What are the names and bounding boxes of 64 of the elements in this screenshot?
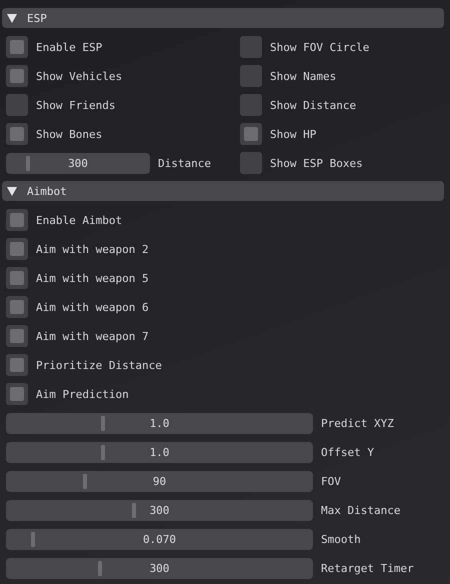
slider[interactable]: 300 <box>6 558 313 578</box>
checkbox-label: Show FOV Circle <box>270 40 370 54</box>
slider-label: Offset Y <box>321 446 374 458</box>
checkbox[interactable] <box>240 36 262 58</box>
checkbox[interactable] <box>240 65 262 87</box>
checkbox-label: Show Friends <box>36 98 116 112</box>
checkbox[interactable] <box>240 152 262 174</box>
checkbox-label: Show Names <box>270 70 336 82</box>
checkbox[interactable] <box>6 123 28 145</box>
slider-label: Max Distance <box>321 504 400 516</box>
checkbox-label: Aim with weapon 6 <box>36 300 149 314</box>
checkbox-label: Aim with weapon 2 <box>36 242 149 256</box>
checkbox[interactable] <box>6 238 28 260</box>
slider[interactable]: 300 <box>6 152 150 174</box>
checkbox[interactable] <box>240 123 262 145</box>
checkbox-label: Show Bones <box>36 128 102 140</box>
slider[interactable]: 0.070 <box>6 528 313 550</box>
checkbox[interactable] <box>6 267 28 289</box>
slider-grab[interactable] <box>101 444 106 460</box>
checkbox-label: Aim Prediction <box>36 388 129 400</box>
slider[interactable]: 90 <box>6 470 313 492</box>
slider-grab[interactable] <box>26 156 30 170</box>
slider-label: Smooth <box>321 532 361 546</box>
section-header[interactable]: Aimbot <box>2 181 444 201</box>
section-title: Aimbot <box>27 184 67 198</box>
checkbox[interactable] <box>6 65 28 87</box>
checkbox[interactable] <box>6 354 28 376</box>
slider-grab[interactable] <box>101 416 106 430</box>
slider-value: 300 <box>68 156 88 170</box>
section-header[interactable]: ESP <box>2 8 444 28</box>
section-title: ESP <box>27 12 47 24</box>
slider-value: 1.0 <box>150 416 170 430</box>
checkbox[interactable] <box>6 209 28 231</box>
checkbox-label: Aim with weapon 5 <box>36 272 149 284</box>
slider[interactable]: 1.0 <box>6 412 313 434</box>
slider-value: 0.070 <box>142 532 176 546</box>
checkbox[interactable] <box>240 94 262 116</box>
slider-label: FOV <box>321 474 341 488</box>
checkbox[interactable] <box>6 383 28 405</box>
slider[interactable]: 300 <box>6 500 313 520</box>
slider-value: 1.0 <box>150 446 170 458</box>
checkbox-label: Enable Aimbot <box>36 214 122 226</box>
slider-grab[interactable] <box>82 474 87 488</box>
slider[interactable]: 1.0 <box>6 442 313 462</box>
slider-label: Distance <box>158 156 211 170</box>
slider-grab[interactable] <box>132 502 136 518</box>
slider-grab[interactable] <box>98 560 102 576</box>
checkbox[interactable] <box>6 296 28 318</box>
checkbox[interactable] <box>6 36 28 58</box>
slider-value: 300 <box>150 504 170 516</box>
slider-value: 90 <box>152 474 166 488</box>
slider-value: 300 <box>150 562 170 574</box>
checkbox-label: Show Vehicles <box>36 70 122 82</box>
checkbox-label: Enable ESP <box>36 40 102 54</box>
checkbox-label: Show HP <box>270 128 316 140</box>
slider-label: Predict XYZ <box>321 416 394 430</box>
checkbox-label: Prioritize Distance <box>36 358 162 372</box>
checkbox[interactable] <box>6 325 28 347</box>
slider-grab[interactable] <box>30 532 35 546</box>
checkbox-label: Show ESP Boxes <box>270 156 363 170</box>
checkbox-label: Show Distance <box>270 98 356 112</box>
slider-label: Retarget Timer <box>321 562 414 574</box>
checkbox[interactable] <box>6 94 28 116</box>
checkbox-label: Aim with weapon 7 <box>36 330 149 342</box>
